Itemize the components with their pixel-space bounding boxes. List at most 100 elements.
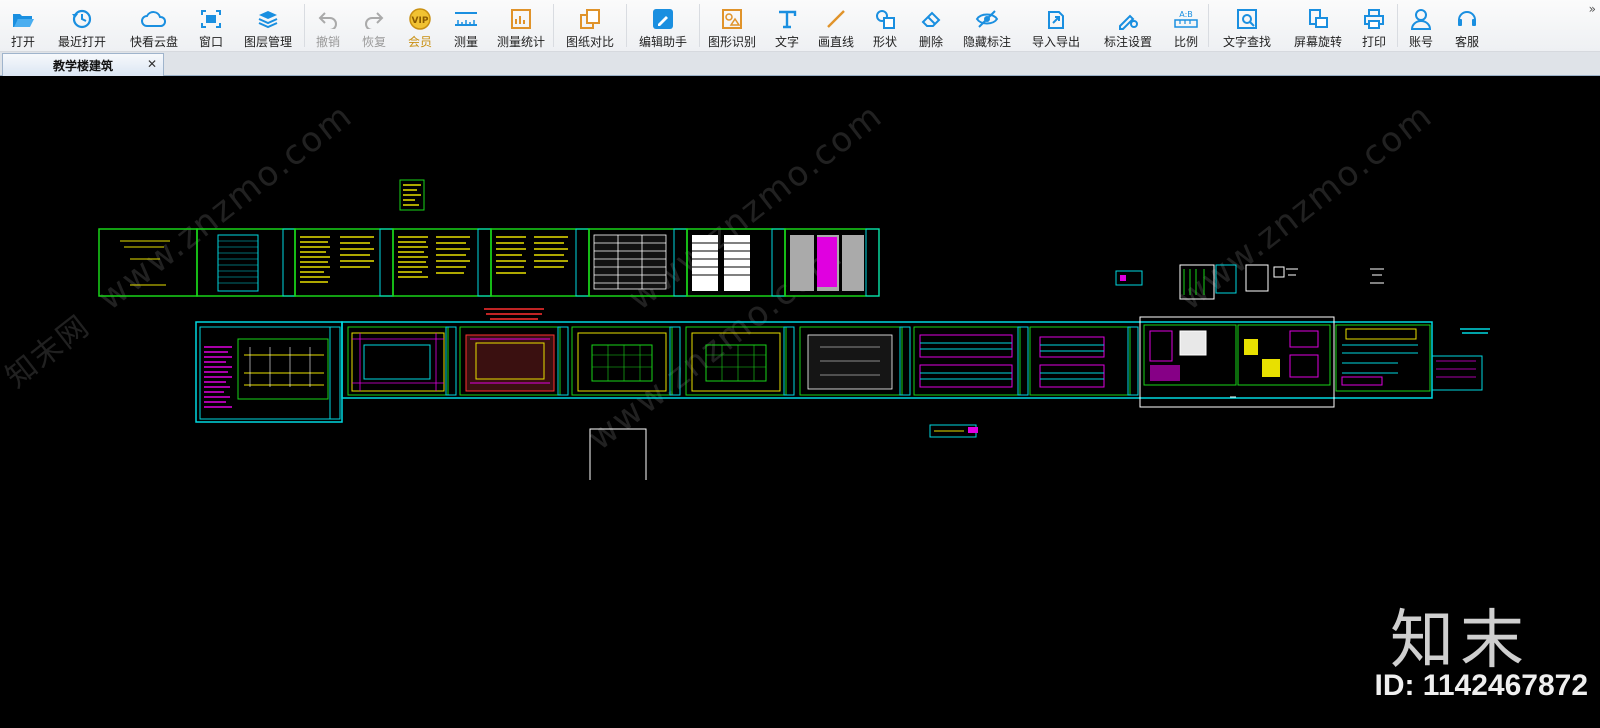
sheet-cover [98, 228, 198, 297]
redo-label: 恢复 [361, 35, 386, 49]
detail-cluster-2 [1179, 264, 1298, 300]
redo-icon [361, 7, 387, 31]
sheet-table-3 [784, 228, 880, 297]
print-button[interactable]: 打印 [1351, 0, 1397, 52]
text-search-label: 文字查找 [1222, 35, 1271, 49]
layer-manager-button[interactable]: 图层管理 [232, 0, 304, 52]
shapes-button[interactable]: 形状 [862, 0, 908, 52]
sheet-floor-plan-2 [459, 326, 569, 396]
sheet-roof-plan [799, 326, 911, 396]
rotate-screen-label: 屏幕旋转 [1293, 35, 1342, 49]
tab-document[interactable]: 教学楼建筑 ✕ [2, 53, 164, 76]
vip-icon: VIP [407, 7, 433, 31]
compare-button[interactable]: 图纸对比 [554, 0, 626, 52]
window-icon [198, 7, 224, 31]
shape-recognize-button[interactable]: 图形识别 [700, 0, 764, 52]
detail-cluster-1 [1115, 270, 1143, 286]
layers-icon [255, 7, 281, 31]
empty-frame [589, 428, 647, 480]
line-icon [823, 7, 849, 31]
sheet-floor-plan-1 [347, 326, 457, 396]
window-label: 窗口 [198, 35, 223, 49]
recent-icon [69, 7, 95, 31]
detail-below [929, 424, 978, 438]
vip-button[interactable]: VIP 会员 [397, 0, 443, 52]
svg-text:A:B: A:B [1179, 10, 1193, 19]
account-button[interactable]: 账号 [1398, 0, 1444, 52]
annotation-settings-button[interactable]: 标注设置 [1092, 0, 1164, 52]
sheet-notes-3 [490, 228, 590, 297]
text-icon [774, 7, 800, 31]
measure-button[interactable]: 测量 [443, 0, 489, 52]
sheet-sections [1139, 316, 1335, 408]
more-tools-button[interactable]: » [1589, 2, 1596, 16]
sheet-table-2 [686, 228, 786, 297]
rotate-screen-button[interactable]: 屏幕旋转 [1285, 0, 1351, 52]
hide-annotation-label: 隐藏标注 [962, 35, 1011, 49]
measure-icon [453, 7, 479, 31]
toolbar: 打开 最近打开 快看云盘 窗口 图层管理 撤销 恢复 VIP 会员 测量 测量统… [0, 0, 1600, 52]
cad-drawing [98, 179, 1490, 480]
detail-cluster-3 [1370, 268, 1384, 284]
svg-text:VIP: VIP [412, 16, 429, 26]
sheet-notes-2 [392, 228, 492, 297]
hide-annotation-button[interactable]: 隐藏标注 [954, 0, 1020, 52]
measure-stats-button[interactable]: 测量统计 [489, 0, 553, 52]
close-icon[interactable]: ✕ [147, 57, 157, 71]
sheet-elevation-2 [1029, 326, 1139, 396]
shapes-icon [872, 7, 898, 31]
scale-icon: A:B [1173, 7, 1199, 31]
edit-assistant-label: 编辑助手 [638, 35, 687, 49]
sheet-floor-plan-4 [685, 326, 795, 396]
sheet-notes-1 [294, 228, 394, 297]
tab-bar: 教学楼建筑 ✕ [0, 52, 1600, 76]
undo-label: 撤销 [315, 35, 340, 49]
text-button[interactable]: 文字 [764, 0, 810, 52]
shape-recognize-label: 图形识别 [707, 35, 756, 49]
sheet-site-plan [195, 321, 343, 423]
sheet-floor-plan-3 [571, 326, 681, 396]
measure-stats-label: 测量统计 [496, 35, 545, 49]
edit-assistant-button[interactable]: 编辑助手 [627, 0, 699, 52]
vip-label: 会员 [407, 35, 432, 49]
sheet-table-1 [588, 228, 688, 297]
support-button[interactable]: 客服 [1444, 0, 1490, 52]
cloud-icon [141, 7, 167, 31]
undo-button[interactable]: 撤销 [305, 0, 351, 52]
draw-line-button[interactable]: 画直线 [810, 0, 862, 52]
hide-annotation-icon [974, 7, 1000, 31]
drawing-legend-block [399, 179, 425, 211]
cloud-disk-button[interactable]: 快看云盘 [118, 0, 190, 52]
import-export-label: 导入导出 [1031, 35, 1080, 49]
import-export-icon [1043, 7, 1069, 31]
shapes-label: 形状 [872, 35, 897, 49]
text-search-button[interactable]: 文字查找 [1209, 0, 1285, 52]
support-label: 客服 [1454, 35, 1479, 49]
undo-icon [315, 7, 341, 31]
draw-line-label: 画直线 [817, 35, 854, 49]
sheet-detail-small [1431, 355, 1483, 391]
import-export-button[interactable]: 导入导出 [1020, 0, 1092, 52]
layer-manager-label: 图层管理 [243, 35, 292, 49]
detail-snippet [1460, 328, 1490, 334]
text-search-icon [1234, 7, 1260, 31]
annotation-settings-label: 标注设置 [1103, 35, 1152, 49]
account-icon [1408, 7, 1434, 31]
scale-button[interactable]: A:B 比例 [1164, 0, 1208, 52]
support-icon [1454, 7, 1480, 31]
open-button[interactable]: 打开 [0, 0, 46, 52]
folder-open-icon [10, 7, 36, 31]
open-label: 打开 [10, 35, 35, 49]
recent-open-button[interactable]: 最近打开 [46, 0, 118, 52]
drawing-canvas[interactable]: www.znzmo.com www.znzmo.com www.znzmo.co… [0, 77, 1600, 728]
edit-assistant-icon [650, 7, 676, 31]
delete-button[interactable]: 删除 [908, 0, 954, 52]
account-label: 账号 [1408, 35, 1433, 49]
recent-open-label: 最近打开 [57, 35, 106, 49]
rotate-screen-icon [1305, 7, 1331, 31]
shape-recognize-icon [719, 7, 745, 31]
window-button[interactable]: 窗口 [190, 0, 232, 52]
redo-button[interactable]: 恢复 [351, 0, 397, 52]
annotation-settings-icon [1115, 7, 1141, 31]
compare-icon [577, 7, 603, 31]
